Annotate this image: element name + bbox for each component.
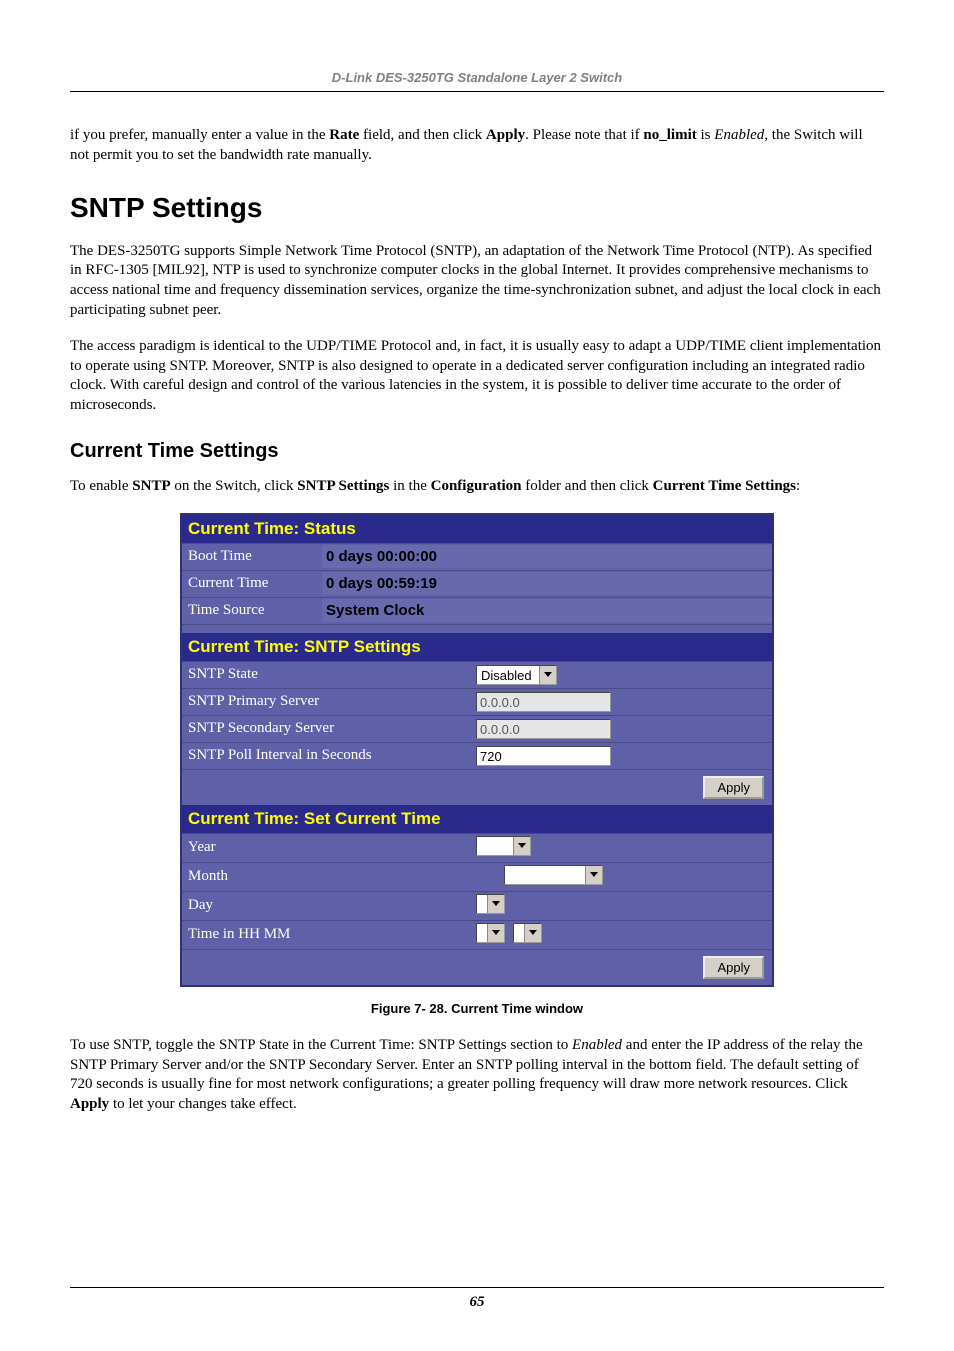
set-current-time-title: Current Time: Set Current Time (182, 805, 772, 833)
text-bold: Rate (329, 127, 359, 143)
mm-value (514, 924, 524, 942)
month-label: Month (182, 865, 472, 888)
text: To enable (70, 478, 132, 494)
text-bold: Current Time Settings (653, 478, 796, 494)
boot-time-label: Boot Time (182, 545, 322, 568)
chevron-down-icon (487, 924, 504, 942)
apply-button-sntp[interactable]: Apply (703, 776, 764, 799)
enable-paragraph: To enable SNTP on the Switch, click SNTP… (70, 477, 884, 497)
chevron-down-icon (513, 837, 530, 855)
text: field, and then click (359, 127, 486, 143)
hhmm-label: Time in HH MM (182, 923, 472, 946)
text: To use SNTP, toggle the SNTP State in th… (70, 1037, 572, 1053)
apply-button-set-time[interactable]: Apply (703, 956, 764, 979)
sntp-primary-label: SNTP Primary Server (182, 690, 472, 713)
usage-paragraph: To use SNTP, toggle the SNTP State in th… (70, 1036, 884, 1115)
year-select[interactable] (476, 836, 531, 856)
current-time-value: 0 days 00:59:19 (322, 572, 772, 595)
chevron-down-icon (487, 895, 504, 913)
running-header: D-Link DES-3250TG Standalone Layer 2 Swi… (70, 70, 884, 92)
sntp-settings-title: Current Time: SNTP Settings (182, 633, 772, 661)
current-time-label: Current Time (182, 572, 322, 595)
time-source-value: System Clock (322, 599, 772, 622)
chevron-down-icon (539, 666, 556, 684)
year-value (477, 837, 513, 855)
text: . Please note that if (525, 127, 643, 143)
hh-value (477, 924, 487, 942)
text-italic: Enabled (572, 1037, 622, 1053)
text: to let your changes take effect. (109, 1096, 297, 1112)
sntp-poll-input[interactable]: 720 (476, 746, 611, 766)
figure-caption: Figure 7- 28. Current Time window (70, 1001, 884, 1016)
text: folder and then click (521, 478, 652, 494)
text-bold: Apply (486, 127, 525, 143)
sntp-secondary-label: SNTP Secondary Server (182, 717, 472, 740)
paragraph: The DES-3250TG supports Simple Network T… (70, 242, 884, 321)
year-label: Year (182, 836, 472, 859)
day-label: Day (182, 894, 472, 917)
day-value (477, 895, 487, 913)
paragraph: The access paradigm is identical to the … (70, 337, 884, 416)
month-select[interactable] (504, 865, 603, 885)
intro-paragraph: if you prefer, manually enter a value in… (70, 126, 884, 166)
text-bold: Apply (70, 1096, 109, 1112)
time-source-label: Time Source (182, 599, 322, 622)
page-number: 65 (70, 1287, 884, 1311)
boot-time-value: 0 days 00:00:00 (322, 545, 772, 568)
chevron-down-icon (585, 866, 602, 884)
text-bold: Configuration (431, 478, 522, 494)
month-value (505, 866, 585, 884)
chevron-down-icon (524, 924, 541, 942)
sntp-primary-input[interactable]: 0.0.0.0 (476, 692, 611, 712)
text: is (697, 127, 715, 143)
heading-sntp-settings: SNTP Settings (70, 192, 884, 224)
day-select[interactable] (476, 894, 505, 914)
text-bold: SNTP Settings (297, 478, 389, 494)
text-bold: SNTP (132, 478, 170, 494)
sntp-poll-label: SNTP Poll Interval in Seconds (182, 744, 472, 767)
sntp-state-label: SNTP State (182, 663, 472, 686)
current-time-panel: Current Time: Status Boot Time 0 days 00… (180, 513, 774, 987)
sntp-secondary-input[interactable]: 0.0.0.0 (476, 719, 611, 739)
text: on the Switch, click (171, 478, 298, 494)
mm-select[interactable] (513, 923, 542, 943)
status-title: Current Time: Status (182, 515, 772, 543)
text: in the (389, 478, 430, 494)
sntp-state-select[interactable]: Disabled (476, 665, 557, 685)
sntp-state-value: Disabled (477, 666, 539, 684)
text: : (796, 478, 800, 494)
text: if you prefer, manually enter a value in… (70, 127, 329, 143)
hh-select[interactable] (476, 923, 505, 943)
text-italic: Enabled (714, 127, 764, 143)
heading-current-time-settings: Current Time Settings (70, 440, 884, 463)
text-bold: no_limit (643, 127, 696, 143)
